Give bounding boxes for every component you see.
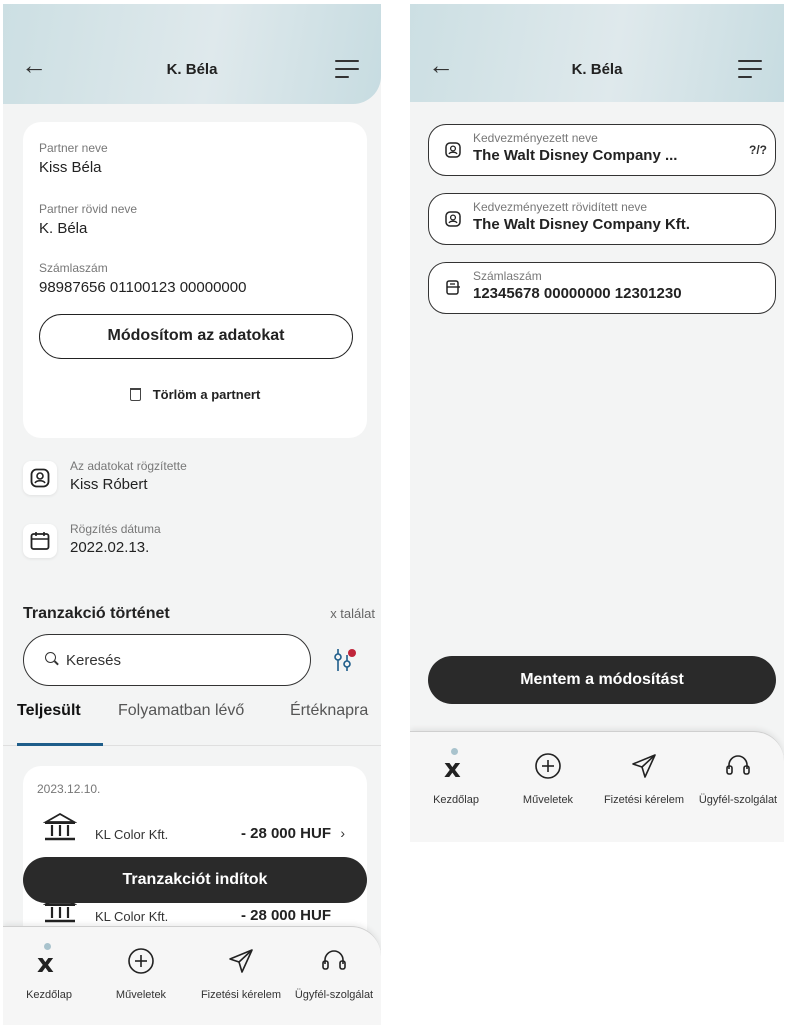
filter-icon[interactable] [330,647,358,675]
recorded-by-row: Az adatokat rögzítette Kiss Róbert [23,459,363,509]
edit-data-button[interactable]: Módosítom az adatokat [39,314,353,359]
nav-home-label: Kezdőlap [26,989,72,1001]
partner-short-name-label: Partner rövid neve [39,202,138,216]
nav-home-label: Kezdőlap [433,794,479,806]
user-icon [445,211,461,227]
transaction-partner: KL Color Kft. [95,827,169,842]
headset-icon [726,755,750,775]
result-count: x találat [330,606,375,621]
bank-icon [43,812,77,841]
nav-customer-service-label: Ügyfél-szolgálat [698,794,778,806]
transaction-amount: - 28 000 HUF [240,907,331,924]
start-transaction-button[interactable]: Tranzakciót indítok [23,857,367,903]
account-number-value: 12345678 00000000 12301230 [473,285,682,302]
beneficiary-name-field[interactable]: Kedvezményezett neve The Walt Disney Com… [428,124,776,176]
beneficiary-short-name-value: The Walt Disney Company Kft. [473,216,690,233]
partner-details-screen: ← K. Béla Partner neve Kiss Béla Partner… [3,4,381,1025]
chevron-right-icon: › [340,825,345,841]
plus-circle-icon [535,753,561,779]
transaction-date: 2023.12.10. [37,782,101,796]
trash-icon [129,388,141,401]
search-icon [45,652,56,663]
tab-value-date[interactable]: Értéknapra [290,702,368,720]
search-input[interactable]: Keresés [23,634,311,686]
recorded-date-row: Rögzítés dátuma 2022.02.13. [23,522,363,572]
paper-plane-icon [632,754,656,778]
header: ← K. Béla [410,4,784,102]
character-counter: ?/? [749,143,767,157]
account-number-value: 98987656 01100123 00000000 [39,279,247,296]
search-placeholder: Keresés [66,652,122,669]
recorded-date-value: 2022.02.13. [70,539,150,556]
partner-short-name-value: K. Béla [39,220,88,237]
beneficiary-short-name-field[interactable]: Kedvezményezett rövidített neve The Walt… [428,193,776,245]
partner-name-value: Kiss Béla [39,159,102,176]
hamburger-menu-icon[interactable] [335,60,359,84]
bottom-navigation: x Kezdőlap Műveletek Fizetési kérelem Üg… [410,731,784,842]
user-icon [445,142,461,158]
tab-completed[interactable]: Teljesült [17,702,81,720]
paper-plane-icon [229,949,253,973]
tab-in-progress[interactable]: Folyamatban lévő [118,702,244,720]
partner-name-label: Partner neve [39,141,108,155]
hamburger-menu-icon[interactable] [738,60,762,84]
card-icon [446,280,460,295]
headset-icon [322,950,346,970]
user-icon [23,461,57,495]
nav-customer-service-label: Ügyfél-szolgálat [294,989,374,1001]
plus-circle-icon [128,948,154,974]
home-logo-icon: x [37,949,54,979]
beneficiary-name-label: Kedvezményezett neve [473,131,598,145]
page-title: K. Béla [166,61,218,78]
nav-operations-label: Műveletek [115,989,167,1001]
delete-partner-label: Törlöm a partnert [152,387,261,402]
nav-payment-request-label: Fizetési kérelem [200,989,282,1001]
delete-partner-button[interactable]: Törlöm a partnert [23,387,367,402]
save-changes-button[interactable]: Mentem a módosítást [428,656,776,704]
nav-payment-request-label: Fizetési kérelem [603,794,685,806]
bottom-navigation: x Kezdőlap Műveletek Fizetési kérelem Üg… [3,926,381,1025]
account-number-field[interactable]: Számlaszám 12345678 00000000 12301230 [428,262,776,314]
edit-beneficiary-screen: ← K. Béla Kedvezményezett neve The Walt … [410,4,784,842]
header: ← K. Béla [3,4,381,104]
nav-operations-label: Műveletek [522,794,574,806]
recorded-date-label: Rögzítés dátuma [70,522,161,536]
recorded-by-label: Az adatokat rögzítette [70,459,187,473]
account-number-label: Számlaszám [39,261,108,275]
recorded-by-value: Kiss Róbert [70,476,148,493]
transaction-amount: - 28 000 HUF [240,825,331,842]
account-number-label: Számlaszám [473,269,542,283]
partner-card: Partner neve Kiss Béla Partner rövid nev… [23,122,367,438]
transaction-tabs: Teljesült Folyamatban lévő Értéknapra [3,681,381,751]
home-logo-icon: x [444,754,461,784]
active-tab-indicator [17,743,103,746]
beneficiary-short-name-label: Kedvezményezett rövidített neve [473,200,648,214]
page-title: K. Béla [571,61,623,78]
beneficiary-name-value: The Walt Disney Company ... [473,147,678,164]
transaction-partner: KL Color Kft. [95,909,169,924]
calendar-icon [23,524,57,558]
transaction-history-title: Tranzakció történet [23,605,170,622]
